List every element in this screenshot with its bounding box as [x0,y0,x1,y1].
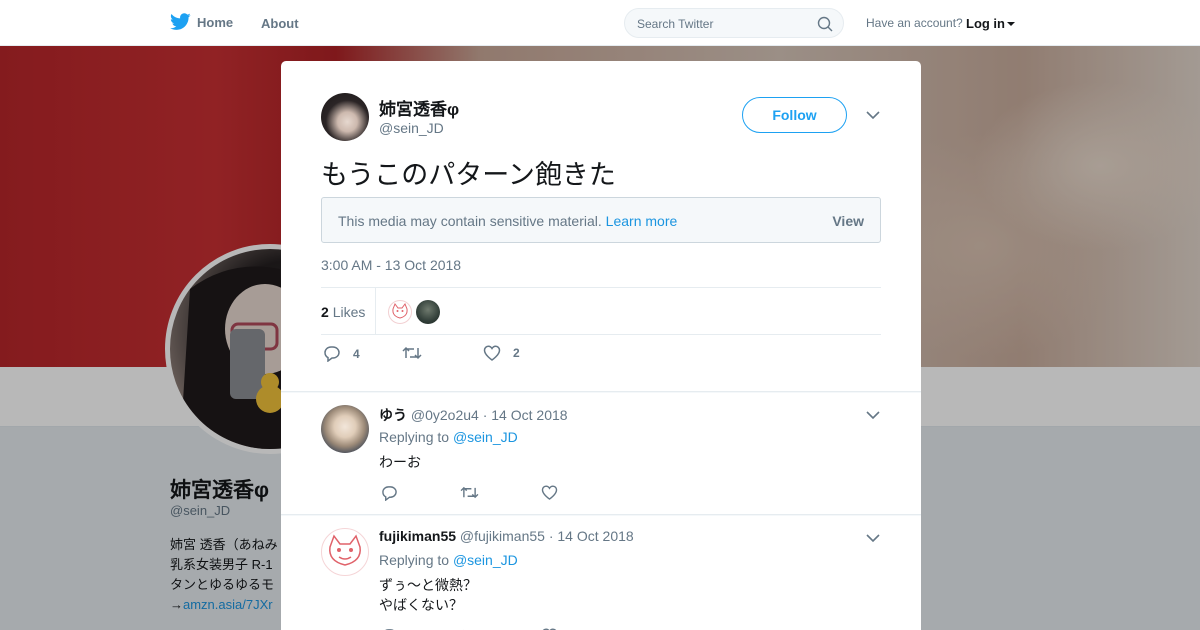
retweet-icon [402,346,422,360]
reply-avatar[interactable] [321,405,369,453]
reply-author-handle[interactable]: @0y2o2u4 [411,407,479,423]
sensitive-media-notice: This media may contain sensitive materia… [321,197,881,243]
reply-text-line: ずぅ～と微熱？ [379,578,477,594]
replying-to-link[interactable]: @sein_JD [453,429,518,445]
chevron-down-icon[interactable] [866,111,880,120]
home-label: Home [197,14,234,30]
tweet-timestamp[interactable]: 3:00 AM - 13 Oct 2018 [321,257,461,273]
likes-count[interactable]: 2 Likes [321,304,365,320]
author-name[interactable]: 姉宮透香φ [379,95,459,120]
replying-to-link[interactable]: @sein_JD [453,552,518,568]
reply-text: ずぅ～と微熱？ やばくない？ [379,576,477,616]
reply-icon [324,346,340,362]
like-count: 2 [513,346,520,360]
tweet-modal: 姉宮透香φ @sein_JD Follow もうこのパターン飽きた This m… [281,61,921,630]
chevron-down-icon[interactable] [866,534,880,543]
chevron-down-icon[interactable] [866,411,880,420]
reply-text: わーお [379,453,421,473]
follow-button[interactable]: Follow [742,97,847,133]
liker-avatar[interactable] [388,300,412,324]
caret-down-icon [1007,21,1015,26]
reply-text-line: わーお [379,455,421,471]
heart-icon[interactable] [541,485,558,500]
like-action[interactable]: 2 [483,345,520,361]
reply-count: 4 [353,346,360,361]
reply-list: ゆう @0y2o2u4 · 14 Oct 2018 Replying to @s… [281,391,921,630]
sensitive-message: This media may contain sensitive materia… [338,213,602,229]
twitter-bird-icon [170,13,191,30]
replying-prefix: Replying to [379,552,450,568]
likes-number: 2 [321,304,329,320]
account-prompt: Have an account? [866,16,963,30]
search-icon[interactable] [817,16,833,32]
reply-author-name[interactable]: fujikiman55 [379,528,456,544]
search-input[interactable]: Search Twitter [624,8,844,38]
tweet-actions: 4 2 [321,345,881,367]
top-nav: Home About Search Twitter Have an accoun… [0,0,1200,46]
reply-date[interactable]: · 14 Oct 2018 [549,528,634,544]
reply-date[interactable]: · 14 Oct 2018 [483,407,568,423]
replying-to: Replying to @sein_JD [379,552,518,568]
reply-icon[interactable] [381,485,398,501]
reply-action[interactable]: 4 [323,345,360,362]
tweet-stats: 2 Likes [321,287,881,335]
reply-text-line: やばくない？ [379,598,463,614]
heart-icon [483,345,501,361]
reply-author-handle[interactable]: @fujikiman55 [460,528,545,544]
reply-actions [381,485,681,503]
login-button[interactable]: Log in [966,16,1015,31]
author-avatar[interactable] [321,93,369,141]
liker-avatar-art [392,302,408,319]
tweet-text: もうこのパターン飽きた [321,160,616,191]
replying-to: Replying to @sein_JD [379,429,518,445]
sensitive-message-row: This media may contain sensitive materia… [338,213,677,229]
close-icon[interactable] [1155,13,1177,35]
home-link[interactable]: Home [170,13,233,31]
search-placeholder: Search Twitter [637,17,714,31]
author-handle[interactable]: @sein_JD [379,120,444,136]
learn-more-link[interactable]: Learn more [606,213,678,229]
retweet-icon[interactable] [460,485,479,500]
login-label: Log in [966,16,1005,31]
likes-label: Likes [332,304,366,320]
liker-avatar[interactable] [416,300,440,324]
reply-tweet[interactable]: ゆう @0y2o2u4 · 14 Oct 2018 Replying to @s… [281,393,921,515]
about-link[interactable]: About [261,16,299,31]
replying-prefix: Replying to [379,429,450,445]
reply-header: fujikiman55 @fujikiman55 · 14 Oct 2018 [379,528,634,544]
view-button[interactable]: View [832,213,864,229]
reply-author-name[interactable]: ゆう [379,407,407,423]
reply-avatar[interactable] [321,528,369,576]
reply-tweet[interactable]: fujikiman55 @fujikiman55 · 14 Oct 2018 R… [281,516,921,630]
reply-avatar-art [329,534,361,566]
retweet-action[interactable] [402,345,434,361]
stats-divider [375,288,376,335]
reply-header: ゆう @0y2o2u4 · 14 Oct 2018 [379,405,568,425]
